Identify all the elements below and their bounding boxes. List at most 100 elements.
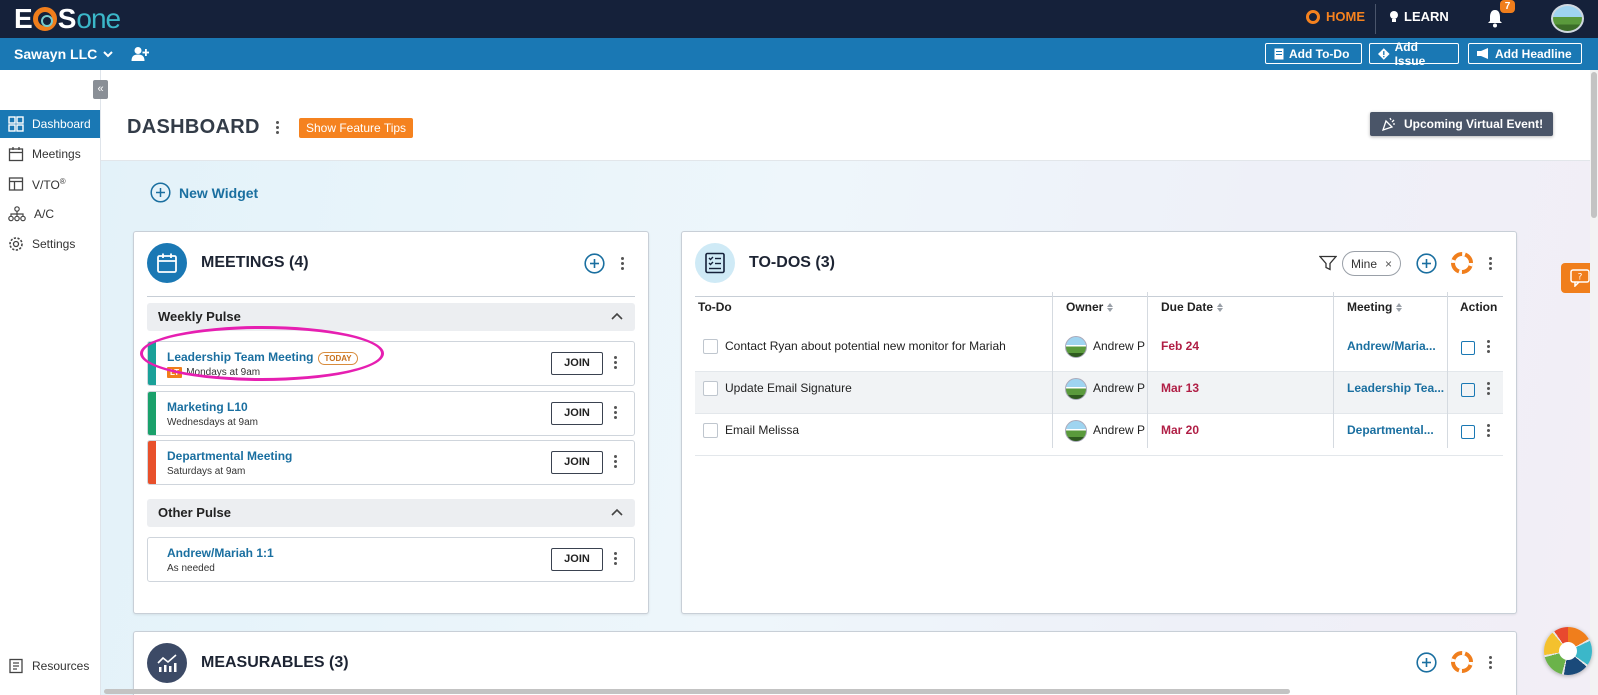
todo-list-icon [1274,48,1284,59]
logo-letter-s: S [57,3,77,34]
add-headline-button[interactable]: Add Headline [1468,43,1582,64]
company-switcher[interactable]: Sawayn LLC [14,46,113,62]
add-todo-button[interactable]: Add To-Do [1265,43,1362,64]
meeting-options-kebab-icon[interactable] [614,356,618,369]
sidebar-item-label: V/TO® [32,177,66,192]
horizontal-scrollbar-thumb[interactable] [104,689,1290,694]
logo-eos-mark-icon [32,7,57,31]
nav-home-link[interactable]: HOME [1306,9,1365,24]
add-meeting-icon[interactable] [584,253,605,274]
todo-title[interactable]: Email Melissa [725,423,799,437]
sidebar-item-vto[interactable]: V/TO® [0,170,100,198]
other-pulse-group-header[interactable]: Other Pulse [147,499,635,527]
meeting-options-kebab-icon[interactable] [614,455,618,468]
nav-learn-link[interactable]: LEARN [1389,9,1449,24]
close-icon[interactable]: × [1385,257,1392,271]
todo-due-date[interactable]: Mar 20 [1161,423,1199,437]
add-circle-icon [150,182,171,203]
logo-letter-e: E [14,3,33,34]
sidebar-item-dashboard[interactable]: Dashboard [0,110,100,138]
sort-icon [1217,302,1224,312]
new-widget-button[interactable]: New Widget [150,182,258,203]
add-issue-button[interactable]: Add Issue [1369,40,1459,68]
collapse-sidebar-button[interactable]: « [93,80,108,99]
help-lifebuoy-icon[interactable] [1451,651,1473,673]
todo-title[interactable]: Contact Ryan about potential new monitor… [725,339,1006,353]
sidebar-item-settings[interactable]: Settings [0,230,100,258]
note-icon[interactable] [1461,425,1475,439]
upcoming-virtual-event-button[interactable]: Upcoming Virtual Event! [1370,112,1554,136]
mine-filter-chip[interactable]: Mine × [1342,251,1401,276]
add-todo-label: Add To-Do [1289,46,1350,61]
todos-options-kebab-icon[interactable] [1489,257,1493,270]
dashboard-options-kebab-icon[interactable] [276,121,280,134]
meeting-time-row: LT Mondays at 9am [167,367,260,378]
company-name: Sawayn LLC [14,46,98,62]
help-lifebuoy-icon[interactable] [1451,252,1473,274]
dashboard-grid-icon [8,116,24,132]
todo-meeting[interactable]: Leadership Tea... [1347,381,1444,395]
vertical-scrollbar-thumb[interactable] [1591,72,1597,218]
join-meeting-button[interactable]: JOIN [551,352,603,375]
add-issue-label: Add Issue [1394,39,1426,68]
meeting-name[interactable]: Marketing L10 [167,400,248,414]
home-eos-icon [1306,9,1320,24]
sidebar-item-resources[interactable]: Resources [0,652,100,680]
meeting-item-marketing[interactable]: Marketing L10 Wednesdays at 9am JOIN [147,391,635,436]
meeting-name[interactable]: Andrew/Mariah 1:1 [167,546,274,560]
eos-one-logo[interactable]: E S one [14,2,121,36]
chevron-down-icon [103,50,113,57]
join-meeting-button[interactable]: JOIN [551,402,603,425]
logo-one-text: one [76,3,121,34]
todo-checkbox[interactable] [703,381,718,396]
row-options-kebab-icon[interactable] [1487,382,1491,395]
join-meeting-button[interactable]: JOIN [551,548,603,571]
filter-funnel-icon[interactable] [1319,255,1337,271]
todo-meeting[interactable]: Departmental... [1347,423,1434,437]
todo-due-date[interactable]: Feb 24 [1161,339,1199,353]
meeting-options-kebab-icon[interactable] [614,406,618,419]
nav-learn-label: LEARN [1404,9,1449,24]
eos-model-wheel-icon[interactable] [1544,627,1592,675]
meeting-name[interactable]: Departmental Meeting [167,449,292,463]
nav-divider [1375,4,1376,34]
help-chat-icon: ? [1569,269,1590,287]
row-options-kebab-icon[interactable] [1487,340,1491,353]
meeting-name[interactable]: Leadership Team Meeting [167,350,313,364]
column-divider [1447,292,1448,448]
measurables-widget-title: MEASURABLES (3) [201,654,349,671]
show-feature-tips-button[interactable]: Show Feature Tips [299,118,414,138]
column-header-meeting[interactable]: Meeting [1347,300,1403,314]
note-icon[interactable] [1461,383,1475,397]
todo-owner: Andrew P [1093,423,1146,437]
meeting-item-one-on-one[interactable]: Andrew/Mariah 1:1 As needed JOIN [147,537,635,582]
meetings-options-kebab-icon[interactable] [621,257,625,270]
column-header-due-date[interactable]: Due Date [1161,300,1224,314]
todo-meeting[interactable]: Andrew/Maria... [1347,339,1436,353]
virtual-event-label: Upcoming Virtual Event! [1404,117,1544,131]
chevron-up-icon [611,312,623,320]
svg-text:?: ? [1577,273,1582,283]
join-meeting-button[interactable]: JOIN [551,451,603,474]
todo-due-date[interactable]: Mar 13 [1161,381,1199,395]
measurables-options-kebab-icon[interactable] [1489,656,1493,669]
meeting-options-kebab-icon[interactable] [614,552,618,565]
sidebar-item-ac[interactable]: A/C [0,200,100,228]
add-user-icon[interactable] [131,46,149,62]
calendar-icon [8,147,24,162]
column-header-owner[interactable]: Owner [1066,300,1114,314]
row-options-kebab-icon[interactable] [1487,424,1491,437]
weekly-pulse-group-header[interactable]: Weekly Pulse [147,303,635,331]
note-icon[interactable] [1461,341,1475,355]
user-avatar[interactable] [1551,4,1584,33]
todo-checkbox[interactable] [703,339,718,354]
todo-title[interactable]: Update Email Signature [725,381,852,395]
add-measurable-icon[interactable] [1416,652,1437,673]
nav-home-label: HOME [1326,9,1365,24]
org-chart-icon [8,206,26,222]
meeting-item-departmental[interactable]: Departmental Meeting Saturdays at 9am JO… [147,440,635,485]
add-todo-icon[interactable] [1416,253,1437,274]
sidebar-item-meetings[interactable]: Meetings [0,140,100,168]
todo-checkbox[interactable] [703,423,718,438]
meeting-item-leadership[interactable]: Leadership Team Meeting TODAY LT Mondays a… [147,341,635,386]
